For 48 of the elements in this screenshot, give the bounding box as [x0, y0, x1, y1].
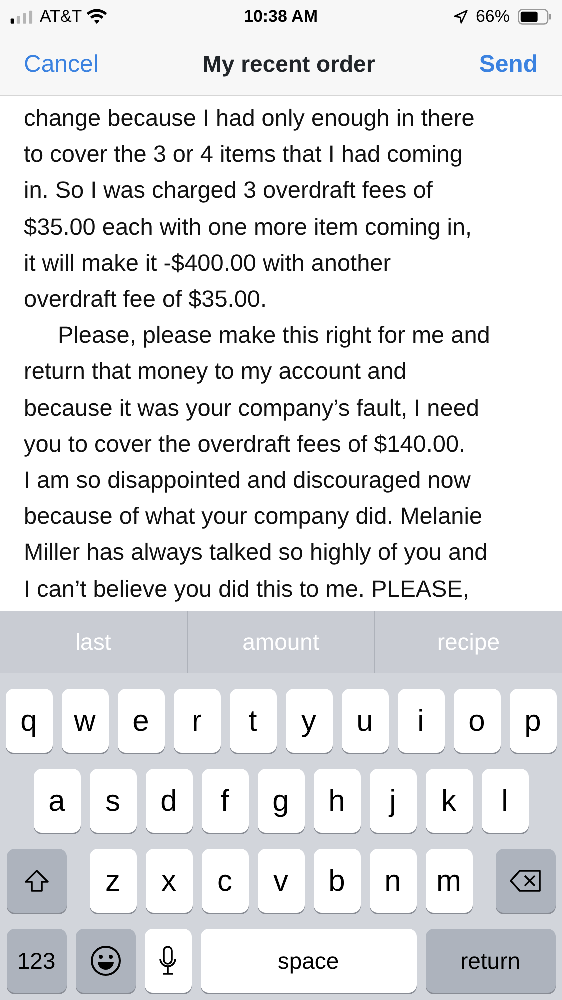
keyboard-key[interactable]: p — [510, 689, 556, 753]
wifi-icon — [86, 9, 108, 25]
space-key[interactable]: space — [200, 929, 416, 993]
keyboard-key[interactable]: b — [314, 849, 360, 913]
keyboard-key[interactable]: z — [90, 849, 136, 913]
carrier-label: AT&T — [40, 6, 82, 28]
keyboard-key[interactable]: a — [34, 769, 80, 833]
keyboard-key[interactable]: c — [202, 849, 248, 913]
keyboard-key[interactable]: x — [146, 849, 192, 913]
keyboard-key[interactable]: u — [342, 689, 388, 753]
cancel-button[interactable]: Cancel — [24, 46, 99, 82]
delete-key[interactable] — [496, 849, 556, 913]
shift-key[interactable] — [6, 849, 66, 913]
numbers-key[interactable]: 123 — [6, 929, 66, 993]
location-arrow-icon — [454, 10, 468, 24]
message-subject: My recent order — [202, 50, 376, 80]
keyboard-key[interactable]: r — [174, 689, 220, 753]
message-paragraph: change because I had only enough in there to cover the 3 or 4 items that I had coming in. So I was charged 3 overdraft fees of $35.00 each with one more item coming in, it will make it -$400.00 with another overdraft fee of $35.00. — [24, 104, 476, 314]
send-button[interactable]: Send — [479, 46, 538, 82]
time-label: 10:38 AM — [244, 7, 318, 26]
emoji-key[interactable] — [76, 929, 136, 993]
keyboard-key[interactable]: q — [6, 689, 52, 753]
keyboard-key[interactable]: j — [370, 769, 416, 833]
keyboard-key[interactable]: d — [146, 769, 192, 833]
keyboard-key[interactable]: y — [286, 689, 332, 753]
keyboard-key[interactable]: w — [62, 689, 108, 753]
keyboard-key[interactable]: k — [426, 769, 472, 833]
keyboard-key[interactable]: v — [258, 849, 304, 913]
keyboard-key[interactable]: e — [118, 689, 164, 753]
return-key[interactable]: return — [426, 929, 556, 993]
microphone-key[interactable] — [144, 929, 192, 993]
smiley-icon — [90, 945, 122, 977]
microphone-icon — [159, 946, 177, 976]
keyboard-key[interactable]: s — [90, 769, 136, 833]
keyboard-key[interactable]: o — [454, 689, 500, 753]
battery-icon — [518, 9, 552, 25]
keyboard-key[interactable]: m — [426, 849, 472, 913]
shift-arrow-icon — [24, 869, 50, 893]
keyboard-key[interactable]: t — [230, 689, 276, 753]
keyboard-key[interactable]: f — [202, 769, 248, 833]
message-paragraph: Please, please make this right for me and return that money to my account and because it was your company’s fault, I need you to cover the overdraft fees of $140.00. I am so disappointed and discouraged now because of what your company did. Melanie Miller has always talked so highly of you and I can’t believe you did this to me. PLEASE, — [24, 321, 492, 604]
battery-percentage: 66% — [476, 6, 510, 28]
keyboard-key[interactable]: h — [314, 769, 360, 833]
keyboard-key[interactable]: g — [258, 769, 304, 833]
keyboard-key[interactable]: i — [398, 689, 444, 753]
backspace-icon — [510, 869, 542, 893]
keyboard-key[interactable]: l — [482, 769, 528, 833]
keyboard-key[interactable]: n — [370, 849, 416, 913]
